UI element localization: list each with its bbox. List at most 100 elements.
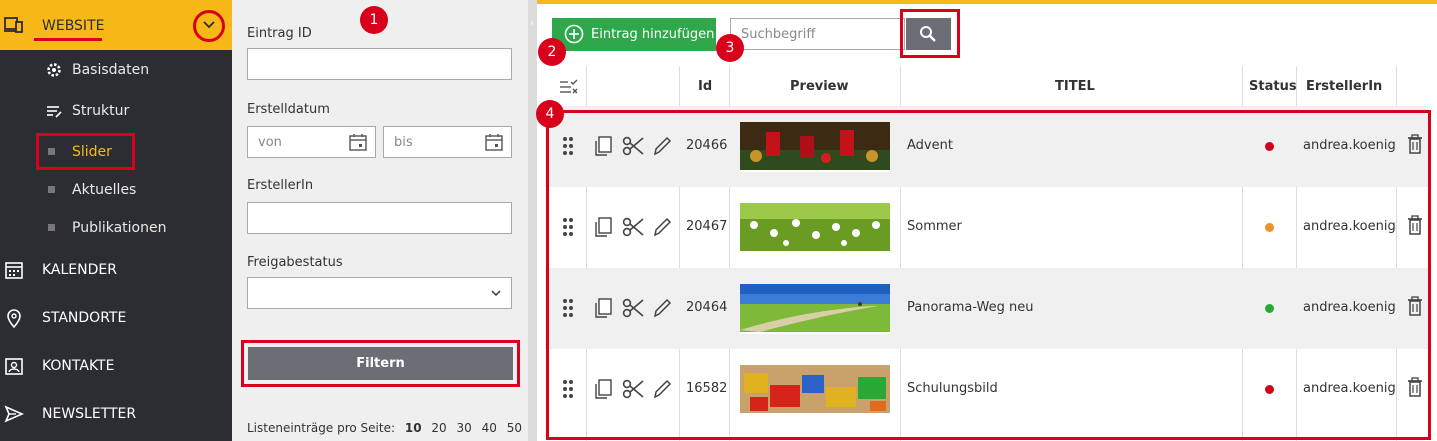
- sidebar-item-website[interactable]: WEBSITE: [0, 0, 232, 50]
- column-header-title[interactable]: TITEL: [1055, 79, 1095, 94]
- callout-3: 3: [716, 34, 744, 62]
- column-header-status[interactable]: Status: [1249, 79, 1297, 94]
- add-entry-button[interactable]: Eintrag hinzufügen: [552, 18, 716, 51]
- status-dot: [1265, 142, 1274, 151]
- contact-card-icon: [5, 358, 23, 375]
- calendar-icon: [349, 134, 367, 151]
- date-from-input[interactable]: von: [247, 126, 376, 158]
- sidebar-item-label: Struktur: [72, 103, 130, 119]
- square-bullet-icon: [48, 186, 55, 193]
- drag-handle-icon[interactable]: [561, 216, 575, 238]
- date-from-placeholder: von: [258, 135, 282, 150]
- per-page-option[interactable]: 20: [431, 421, 446, 435]
- per-page-option[interactable]: 10: [405, 421, 422, 435]
- column-header-id[interactable]: Id: [698, 79, 712, 94]
- filter-panel: Eintrag ID Erstelldatum von bis Erstelle…: [232, 0, 528, 441]
- cell-creator: andrea.koenig: [1303, 219, 1396, 234]
- trash-icon[interactable]: [1407, 377, 1423, 397]
- chevron-down-icon: [491, 290, 501, 297]
- calendar-icon: [5, 262, 23, 279]
- drag-handle-icon[interactable]: [561, 135, 575, 157]
- creator-input[interactable]: [247, 202, 512, 234]
- square-bullet-icon: [48, 224, 55, 231]
- table-row[interactable]: 20466 Advent andrea.koenig: [545, 106, 1428, 187]
- table-row[interactable]: 16582 Schulungsbild andrea.koenig: [545, 349, 1428, 430]
- cell-title: Schulungsbild: [907, 381, 998, 396]
- column-header-creator[interactable]: ErstellerIn: [1306, 79, 1382, 94]
- callout-4: 4: [536, 100, 564, 128]
- sidebar-item-aktuelles[interactable]: Aktuelles: [0, 173, 232, 207]
- column-header-preview[interactable]: Preview: [790, 79, 849, 94]
- sidebar-item-label: NEWSLETTER: [42, 406, 137, 422]
- per-page-option[interactable]: 40: [482, 421, 497, 435]
- status-select[interactable]: [247, 277, 512, 309]
- plus-circle-icon: [564, 24, 584, 44]
- sidebar-item-kalender[interactable]: KALENDER: [0, 250, 232, 290]
- copy-icon[interactable]: [594, 135, 614, 157]
- trash-icon[interactable]: [1407, 215, 1423, 235]
- preview-thumbnail: [740, 365, 890, 415]
- sidebar-item-struktur[interactable]: Struktur: [0, 94, 232, 128]
- scissors-icon[interactable]: [622, 378, 644, 400]
- scissors-icon[interactable]: [622, 216, 644, 238]
- date-to-placeholder: bis: [394, 135, 413, 150]
- pencil-icon[interactable]: [652, 216, 672, 238]
- cell-id: 16582: [686, 381, 728, 396]
- app-root: WEBSITE Basisdaten Struktur Slider Aktue…: [0, 0, 1437, 441]
- entry-id-input[interactable]: [247, 48, 512, 80]
- sidebar-item-publikationen[interactable]: Publikationen: [0, 211, 232, 245]
- panel-splitter[interactable]: ‹: [528, 0, 537, 441]
- pencil-icon[interactable]: [652, 297, 672, 319]
- per-page-selector: Listeneinträge pro Seite: 10 20 30 40 50: [247, 421, 522, 435]
- scissors-icon[interactable]: [622, 297, 644, 319]
- sidebar-item-newsletter[interactable]: NEWSLETTER: [0, 394, 232, 434]
- callout-2: 2: [538, 38, 566, 66]
- sidebar-item-label: Aktuelles: [72, 182, 137, 198]
- sidebar-item-basisdaten[interactable]: Basisdaten: [0, 53, 232, 87]
- filter-button[interactable]: Filtern: [248, 347, 513, 380]
- drag-handle-icon[interactable]: [561, 297, 575, 319]
- accent-bar: [537, 0, 1437, 4]
- sidebar-item-label: STANDORTE: [42, 310, 127, 326]
- trash-icon[interactable]: [1407, 134, 1423, 154]
- location-pin-icon: [7, 309, 21, 328]
- cell-id: 20464: [686, 300, 728, 315]
- sidebar-item-standorte[interactable]: STANDORTE: [0, 298, 232, 338]
- collapse-toggle[interactable]: [193, 10, 225, 42]
- preview-thumbnail: [740, 284, 890, 334]
- cell-creator: andrea.koenig: [1303, 381, 1396, 396]
- table-row[interactable]: 20467 Sommer andrea.koenig: [545, 187, 1428, 268]
- table-row[interactable]: 20464 Panorama-Weg neu andrea.koenig: [545, 268, 1428, 349]
- cell-creator: andrea.koenig: [1303, 300, 1396, 315]
- cell-title: Panorama-Weg neu: [907, 300, 1034, 315]
- trash-icon[interactable]: [1407, 296, 1423, 316]
- callout-1: 1: [360, 6, 388, 34]
- underline-annotation: [34, 38, 102, 41]
- cell-title: Sommer: [907, 219, 962, 234]
- per-page-option[interactable]: 50: [507, 421, 522, 435]
- status-dot: [1265, 304, 1274, 313]
- cell-id: 20467: [686, 219, 728, 234]
- pencil-icon[interactable]: [652, 135, 672, 157]
- drag-handle-icon[interactable]: [561, 378, 575, 400]
- highlight-box-slider: [36, 133, 135, 170]
- add-entry-label: Eintrag hinzufügen: [591, 27, 715, 42]
- pencil-icon[interactable]: [652, 378, 672, 400]
- created-date-label: Erstelldatum: [247, 102, 330, 117]
- preview-thumbnail: [740, 122, 890, 172]
- copy-icon[interactable]: [594, 297, 614, 319]
- copy-icon[interactable]: [594, 378, 614, 400]
- status-label: Freigabestatus: [247, 255, 343, 270]
- search-input[interactable]: Suchbegriff: [730, 18, 905, 50]
- devices-icon: [4, 17, 23, 33]
- column-options-icon[interactable]: [559, 79, 579, 95]
- search-button[interactable]: [906, 18, 951, 50]
- gear-icon: [47, 63, 61, 77]
- sidebar-item-kontakte[interactable]: KONTAKTE: [0, 346, 232, 386]
- per-page-option[interactable]: 30: [456, 421, 471, 435]
- copy-icon[interactable]: [594, 216, 614, 238]
- status-dot: [1265, 385, 1274, 394]
- scissors-icon[interactable]: [622, 135, 644, 157]
- date-to-input[interactable]: bis: [383, 126, 512, 158]
- chevron-left-icon: ‹: [530, 18, 534, 29]
